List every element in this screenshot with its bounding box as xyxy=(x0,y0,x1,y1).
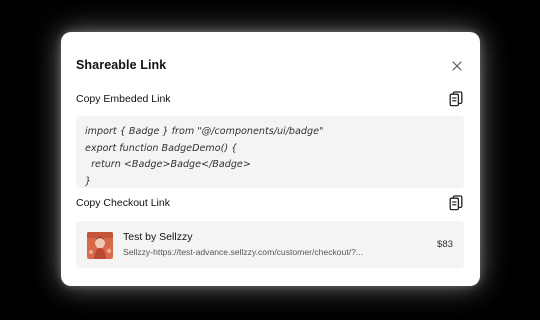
close-button[interactable] xyxy=(451,59,463,71)
close-icon xyxy=(452,61,462,71)
code-line: } xyxy=(85,175,92,187)
copy-embed-link-button[interactable] xyxy=(449,91,463,107)
code-line: return <Badge>Badge</Badge> xyxy=(85,159,251,170)
shareable-link-modal: Shareable Link Copy Embeded Link import … xyxy=(61,32,480,286)
checkout-url: Sellzzy-https://test-advance.sellzzy.com… xyxy=(123,247,364,257)
checkout-link-label: Copy Checkout Link xyxy=(76,197,170,209)
embed-code-block[interactable]: import { Badge } from "@/components/ui/b… xyxy=(76,116,464,188)
code-line: export function BadgeDemo() { xyxy=(85,142,238,154)
product-thumbnail xyxy=(87,232,113,259)
clipboard-copy-icon xyxy=(449,91,463,107)
code-line: import { Badge } from "@/components/ui/b… xyxy=(85,126,324,137)
checkout-link-card[interactable]: Test by Sellzzy Sellzzy-https://test-adv… xyxy=(76,221,464,268)
clipboard-copy-icon xyxy=(449,195,463,211)
product-name: Test by Sellzzy xyxy=(123,231,193,243)
copy-checkout-link-button[interactable] xyxy=(449,195,463,211)
product-price: $83 xyxy=(436,239,453,250)
backdrop: Shareable Link Copy Embeded Link import … xyxy=(0,0,540,320)
embed-link-label: Copy Embeded Link xyxy=(76,93,171,105)
modal-title: Shareable Link xyxy=(76,58,167,72)
